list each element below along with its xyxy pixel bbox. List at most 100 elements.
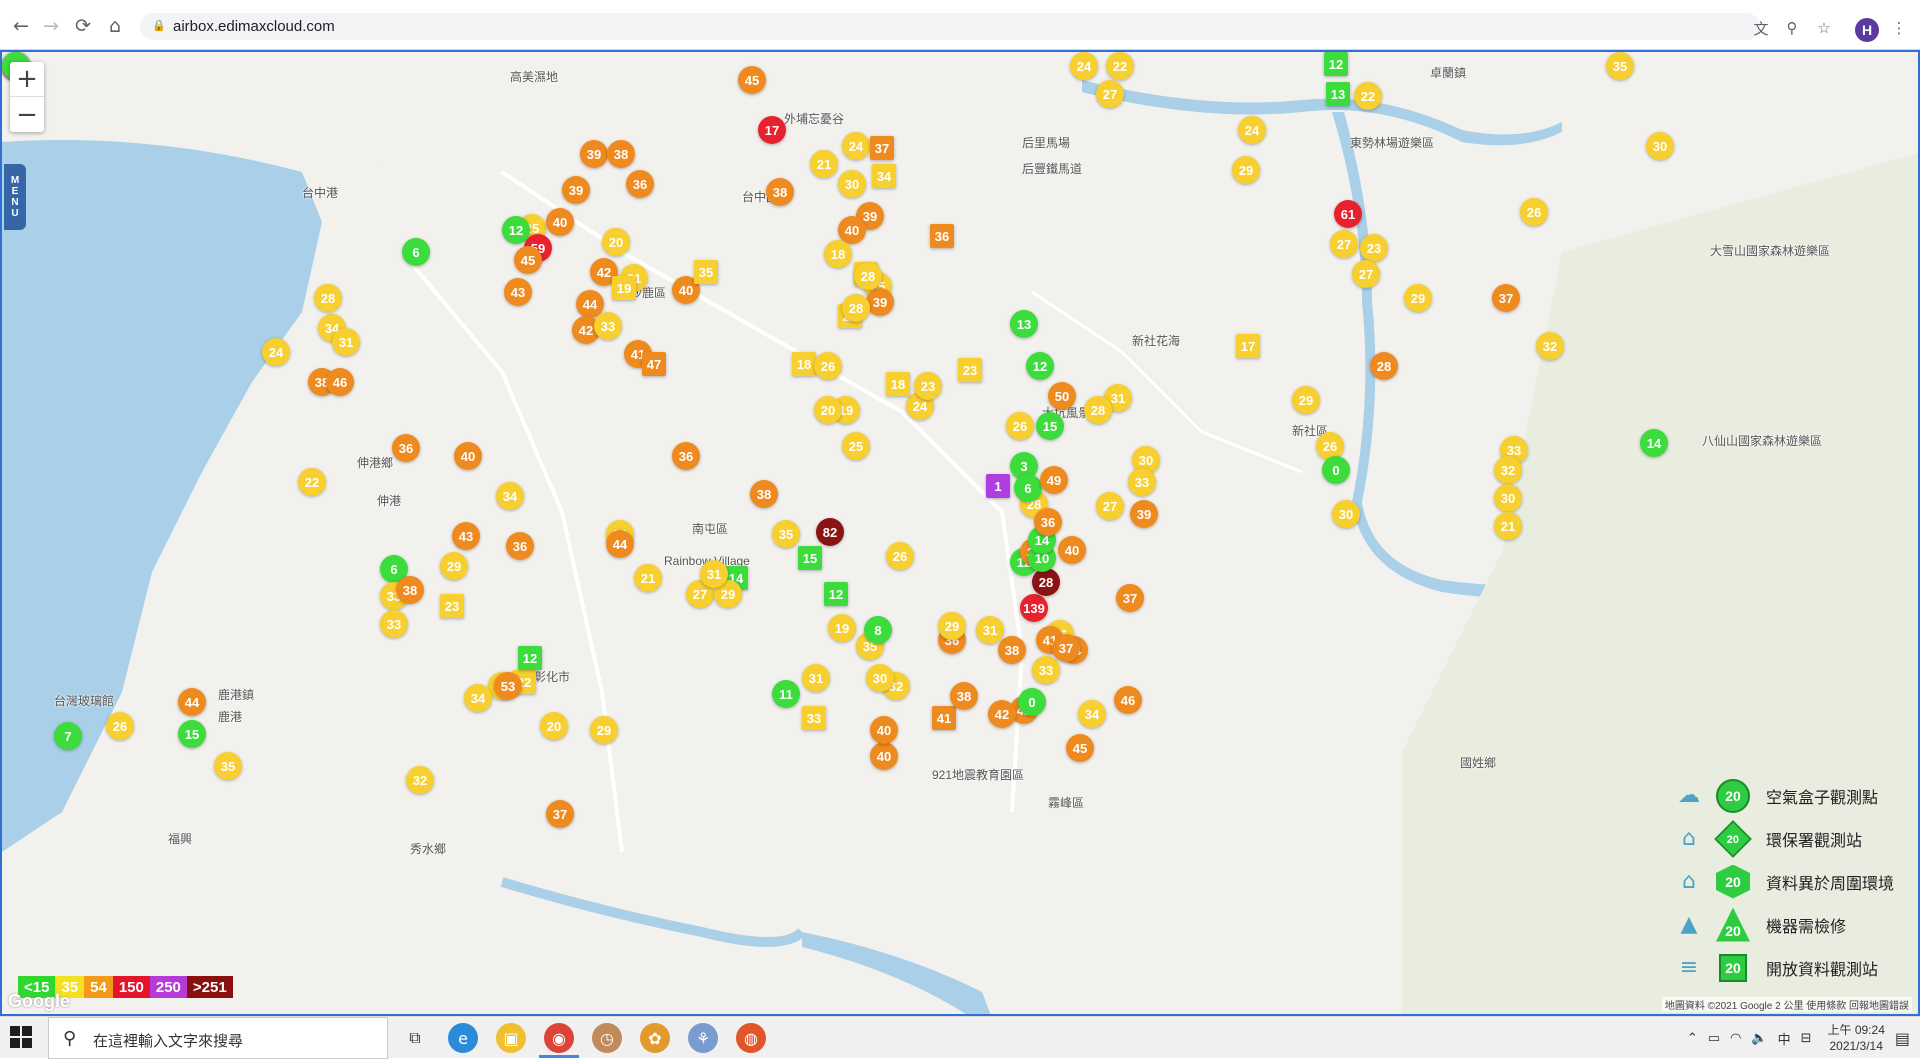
sensor-marker[interactable]: 31: [332, 328, 360, 356]
sensor-marker[interactable]: 43: [504, 278, 532, 306]
zoom-in-button[interactable]: +: [10, 62, 44, 97]
sensor-marker[interactable]: 46: [326, 368, 354, 396]
sensor-marker[interactable]: 24: [262, 338, 290, 366]
sensor-marker[interactable]: 15: [798, 546, 822, 570]
sensor-marker[interactable]: 31: [802, 664, 830, 692]
sensor-marker[interactable]: 33: [594, 312, 622, 340]
sensor-marker[interactable]: 34: [464, 684, 492, 712]
sensor-marker[interactable]: 17: [758, 116, 786, 144]
sensor-marker[interactable]: 29: [590, 716, 618, 744]
app-icon-2[interactable]: ✿: [640, 1023, 670, 1053]
sensor-marker[interactable]: 6: [402, 238, 430, 266]
sensor-marker[interactable]: 26: [1006, 412, 1034, 440]
sensor-marker[interactable]: 37: [546, 800, 574, 828]
sensor-marker[interactable]: 31: [976, 616, 1004, 644]
sensor-marker[interactable]: 27: [1096, 80, 1124, 108]
sensor-marker[interactable]: 36: [626, 170, 654, 198]
sensor-marker[interactable]: 36: [930, 224, 954, 248]
sensor-marker[interactable]: 21: [810, 150, 838, 178]
sensor-marker[interactable]: 37: [1052, 634, 1080, 662]
zoom-icon[interactable]: ⚲: [1783, 19, 1801, 37]
chevron-up-icon[interactable]: ⌃: [1687, 1031, 1698, 1046]
sensor-marker[interactable]: 19: [828, 614, 856, 642]
sensor-marker[interactable]: 30: [1646, 132, 1674, 160]
url-text[interactable]: airbox.edimaxcloud.com: [173, 18, 335, 35]
sensor-marker[interactable]: 37: [870, 136, 894, 160]
sensor-marker[interactable]: 36: [506, 532, 534, 560]
sensor-marker[interactable]: 22: [1354, 82, 1382, 110]
sensor-marker[interactable]: 11: [772, 680, 800, 708]
sensor-marker[interactable]: 33: [1032, 656, 1060, 684]
sensor-marker[interactable]: 6: [1014, 474, 1042, 502]
sensor-marker[interactable]: 18: [886, 372, 910, 396]
forward-arrow-icon[interactable]: →: [40, 15, 62, 37]
sensor-marker[interactable]: 30: [866, 664, 894, 692]
sensor-marker[interactable]: 35: [214, 752, 242, 780]
sensor-marker[interactable]: 26: [1520, 198, 1548, 226]
sensor-marker[interactable]: 13: [1326, 82, 1350, 106]
sensor-marker[interactable]: 38: [766, 178, 794, 206]
sensor-marker[interactable]: 33: [380, 610, 408, 638]
sensor-marker[interactable]: 34: [1078, 700, 1106, 728]
sensor-marker[interactable]: 44: [178, 688, 206, 716]
back-arrow-icon[interactable]: ←: [10, 15, 32, 37]
network-icon[interactable]: ◠: [1730, 1031, 1741, 1046]
sensor-marker[interactable]: 23: [1360, 234, 1388, 262]
sensor-marker[interactable]: 42: [988, 700, 1016, 728]
profile-avatar[interactable]: H: [1855, 18, 1879, 42]
sensor-marker[interactable]: 34: [872, 164, 896, 188]
sensor-marker[interactable]: 29: [1232, 156, 1260, 184]
sensor-marker[interactable]: 0: [1322, 456, 1350, 484]
translate-icon[interactable]: 文: [1752, 19, 1770, 38]
sensor-marker[interactable]: 13: [1010, 310, 1038, 338]
sensor-marker[interactable]: 40: [454, 442, 482, 470]
sensor-marker[interactable]: 32: [1536, 332, 1564, 360]
sensor-marker[interactable]: 61: [1334, 200, 1362, 228]
sensor-marker[interactable]: 36: [392, 434, 420, 462]
sensor-marker[interactable]: 43: [452, 522, 480, 550]
sensor-marker[interactable]: 46: [1114, 686, 1142, 714]
sensor-marker[interactable]: 27: [1330, 230, 1358, 258]
sensor-marker[interactable]: 19: [612, 276, 636, 300]
sensor-marker[interactable]: 38: [950, 682, 978, 710]
reload-icon[interactable]: ⟳: [72, 15, 94, 37]
sensor-marker[interactable]: 45: [1066, 734, 1094, 762]
sensor-marker[interactable]: 23: [440, 594, 464, 618]
sensor-marker[interactable]: 26: [886, 542, 914, 570]
sensor-marker[interactable]: 20: [540, 712, 568, 740]
sensor-marker[interactable]: 18: [792, 352, 816, 376]
sensor-marker[interactable]: 21: [634, 564, 662, 592]
home-icon[interactable]: ⌂: [104, 15, 126, 37]
sensor-marker[interactable]: 38: [750, 480, 778, 508]
windows-start-icon[interactable]: [10, 1026, 34, 1050]
sensor-marker[interactable]: 15: [178, 720, 206, 748]
battery-icon[interactable]: ▭: [1708, 1031, 1720, 1046]
sensor-marker[interactable]: 20: [814, 396, 842, 424]
sensor-marker[interactable]: 8: [864, 616, 892, 644]
sensor-marker[interactable]: 40: [546, 208, 574, 236]
chrome-icon[interactable]: ◉: [544, 1023, 574, 1053]
sensor-marker[interactable]: 38: [998, 636, 1026, 664]
sensor-marker[interactable]: 45: [514, 246, 542, 274]
map-attribution[interactable]: 地圖資料 ©2021 Google 2 公里 使用條款 回報地圖錯誤: [1661, 997, 1912, 1012]
sensor-marker[interactable]: 23: [914, 372, 942, 400]
sensor-marker[interactable]: 27: [1096, 492, 1124, 520]
map-canvas[interactable]: 卓蘭鎮 東勢林場遊樂區 大雪山國家森林遊樂區 后里馬場 后豐鐵馬道 新社花海 新社區 大坑風景…: [0, 50, 1920, 1016]
sensor-marker[interactable]: 17: [1236, 334, 1260, 358]
sensor-marker[interactable]: 22: [298, 468, 326, 496]
sensor-marker[interactable]: 40: [1058, 536, 1086, 564]
sensor-marker[interactable]: 24: [1238, 116, 1266, 144]
sensor-marker[interactable]: 28: [854, 262, 882, 290]
sensor-marker[interactable]: 30: [1332, 500, 1360, 528]
clock[interactable]: 上午 09:24 2021/3/14: [1828, 1022, 1885, 1054]
sensor-marker[interactable]: 28: [1370, 352, 1398, 380]
ime-indicator[interactable]: 中: [1778, 1029, 1791, 1048]
app-icon-4[interactable]: ◍: [736, 1023, 766, 1053]
sensor-marker[interactable]: 29: [938, 612, 966, 640]
sensor-marker[interactable]: 45: [738, 66, 766, 94]
sensor-marker[interactable]: 37: [1116, 584, 1144, 612]
sensor-marker[interactable]: 37: [1492, 284, 1520, 312]
sensor-marker[interactable]: 40: [870, 742, 898, 770]
sensor-marker[interactable]: 36: [1034, 508, 1062, 536]
sensor-marker[interactable]: 44: [606, 530, 634, 558]
